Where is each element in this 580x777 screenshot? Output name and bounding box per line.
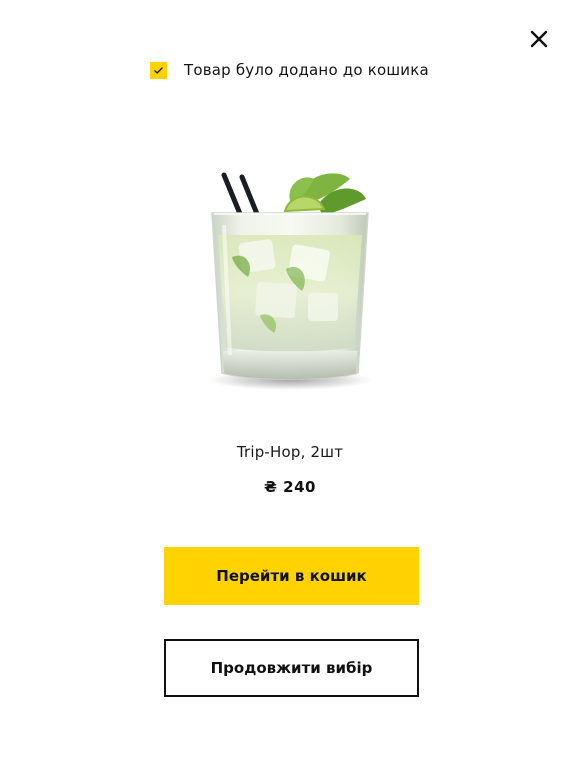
product-price: ₴ 240 bbox=[264, 478, 316, 496]
go-to-cart-button[interactable]: Перейти в кошик bbox=[164, 547, 419, 605]
cocktail-glass-image bbox=[208, 172, 372, 390]
checkmark-icon bbox=[150, 61, 167, 79]
continue-shopping-button[interactable]: Продовжити вибір bbox=[164, 639, 419, 697]
added-to-cart-notice: Товар було додано до кошика bbox=[150, 61, 429, 79]
notice-text: Товар було додано до кошика bbox=[184, 61, 429, 79]
product-image bbox=[190, 165, 390, 415]
product-name: Trip-Hop, 2шт bbox=[236, 443, 344, 461]
close-button[interactable] bbox=[526, 26, 552, 52]
close-icon bbox=[530, 30, 548, 48]
